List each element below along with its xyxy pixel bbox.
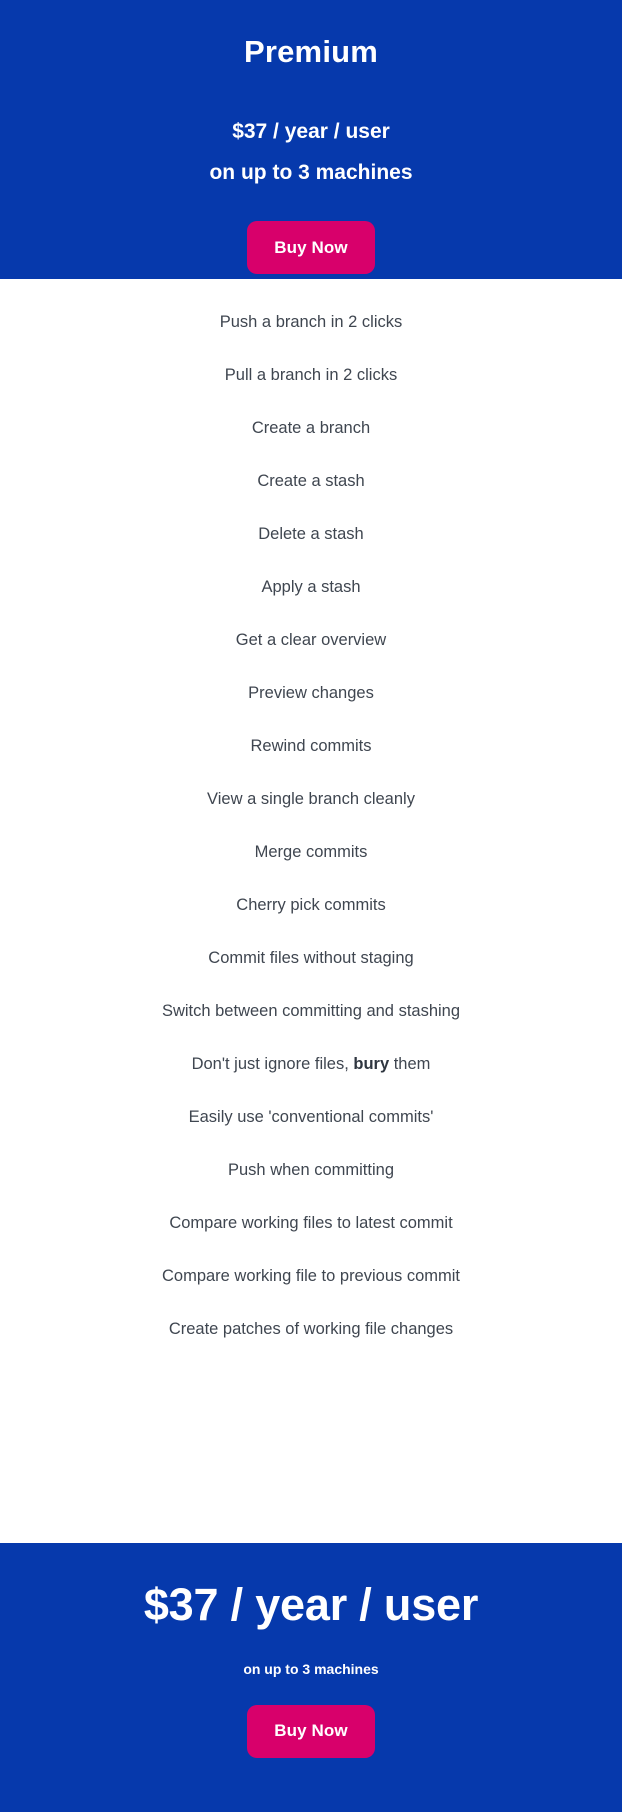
list-item: Pull a branch in 2 clicks: [0, 349, 622, 402]
plan-footer: $37 / year / user on up to 3 machines Bu…: [0, 1543, 622, 1812]
feature-label: Preview changes: [248, 684, 374, 702]
list-item: Easily use 'conventional commits': [0, 1091, 622, 1144]
footer-subtitle: on up to 3 machines: [243, 1660, 379, 1677]
feature-label: Easily use 'conventional commits': [188, 1108, 434, 1126]
feature-label: Create patches of working file changes: [168, 1320, 454, 1338]
header-price-line-1: $37 / year / user: [232, 120, 390, 144]
feature-label: Get a clear overview: [235, 631, 387, 649]
feature-label: Commit files without staging: [208, 949, 414, 967]
feature-label: View a single branch cleanly: [207, 790, 415, 808]
list-item: Delete a stash: [0, 508, 622, 561]
feature-label: Merge commits: [254, 843, 368, 861]
footer-price: $37 / year / user: [143, 1579, 479, 1630]
list-item-bury: Don't just ignore files, bury them: [0, 1038, 622, 1091]
list-item: Merge commits: [0, 826, 622, 879]
list-item: Get a clear overview: [0, 614, 622, 667]
feature-label-suffix: them: [389, 1055, 431, 1073]
page-title: Premium: [243, 34, 379, 69]
buy-now-button-bottom[interactable]: Buy Now: [247, 1704, 375, 1758]
list-item: Compare working file to previous commit: [0, 1250, 622, 1303]
list-item: Create a branch: [0, 402, 622, 455]
list-item: Rewind commits: [0, 720, 622, 773]
header-price-block: $37 / year / user on up to 3 machines: [209, 111, 412, 193]
buy-now-button-top[interactable]: Buy Now: [247, 221, 375, 275]
list-item: Push a branch in 2 clicks: [0, 296, 622, 349]
list-item: Compare working files to latest commit: [0, 1197, 622, 1250]
list-item: Cherry pick commits: [0, 879, 622, 932]
feature-label: Compare working files to latest commit: [169, 1214, 453, 1232]
list-item: Preview changes: [0, 667, 622, 720]
feature-label: Apply a stash: [261, 578, 361, 596]
feature-label: Create a stash: [257, 472, 365, 490]
plan-header: Premium $37 / year / user on up to 3 mac…: [0, 0, 622, 279]
feature-label: Push when committing: [228, 1161, 394, 1179]
list-item: Switch between committing and stashing: [0, 985, 622, 1038]
list-item: Create patches of working file changes: [0, 1303, 622, 1356]
list-item: Apply a stash: [0, 561, 622, 614]
list-item: Push when committing: [0, 1144, 622, 1197]
feature-label: Rewind commits: [250, 737, 372, 755]
feature-label: Pull a branch in 2 clicks: [224, 366, 398, 384]
feature-label-prefix: Don't just ignore files,: [191, 1055, 354, 1073]
feature-label: Push a branch in 2 clicks: [219, 313, 403, 331]
pricing-card: Premium $37 / year / user on up to 3 mac…: [0, 0, 622, 1812]
feature-label: Switch between committing and stashing: [161, 1002, 461, 1020]
header-price-line-2: on up to 3 machines: [209, 161, 413, 185]
list-item: View a single branch cleanly: [0, 773, 622, 826]
feature-label: Create a branch: [251, 419, 371, 437]
feature-label-emphasis: bury: [353, 1055, 390, 1073]
list-item: Create a stash: [0, 455, 622, 508]
feature-label: Delete a stash: [258, 525, 364, 543]
list-item: Commit files without staging: [0, 932, 622, 985]
feature-list: Push a branch in 2 clicks Pull a branch …: [0, 279, 622, 1543]
feature-label: Compare working file to previous commit: [161, 1267, 461, 1285]
feature-label: Cherry pick commits: [236, 896, 386, 914]
